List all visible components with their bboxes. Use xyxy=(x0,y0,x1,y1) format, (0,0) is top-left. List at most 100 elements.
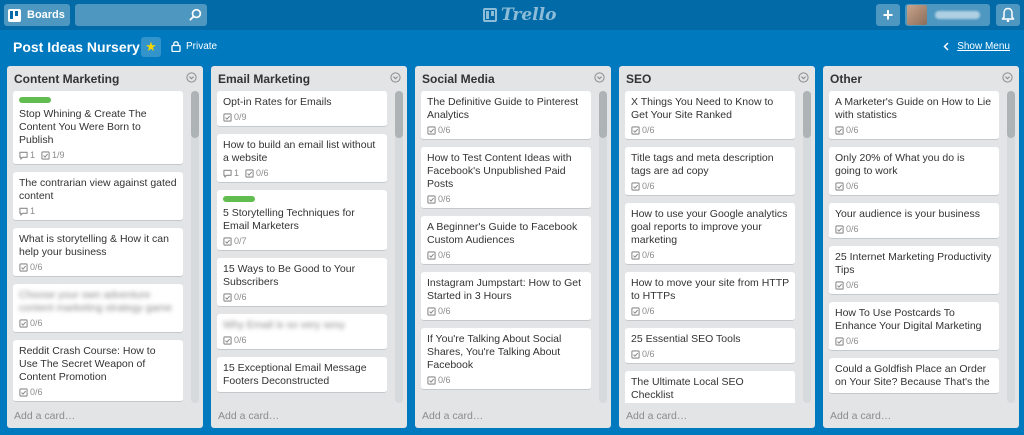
checklist-count: 0/6 xyxy=(846,224,859,234)
green-label xyxy=(19,97,51,103)
list-header[interactable]: SEO xyxy=(619,66,815,90)
search-icon[interactable] xyxy=(189,8,202,21)
list[interactable]: Content Marketing Stop Whining & Create T… xyxy=(7,66,203,428)
list-title[interactable]: Email Marketing xyxy=(218,72,310,86)
card[interactable]: The Definitive Guide to Pinterest Analyt… xyxy=(421,91,591,140)
card[interactable]: A Beginner's Guide to Facebook Custom Au… xyxy=(421,216,591,265)
card[interactable]: Stop Whining & Create The Content You We… xyxy=(13,91,183,165)
card[interactable]: If You're Talking About Social Shares, Y… xyxy=(421,328,591,390)
checklist-icon xyxy=(631,306,640,316)
scroll-thumb[interactable] xyxy=(1007,91,1015,138)
card-title: A Beginner's Guide to Facebook Custom Au… xyxy=(427,221,578,246)
board-title[interactable]: Post Ideas Nursery xyxy=(13,39,140,55)
card-title: 15 Exceptional Email Message Footers Dec… xyxy=(223,362,367,387)
checklist-count: 0/6 xyxy=(438,250,451,260)
list[interactable]: Other A Marketer's Guide on How to Lie wi… xyxy=(823,66,1019,428)
show-menu-button[interactable]: Show Menu xyxy=(943,41,1010,52)
notifications-button[interactable] xyxy=(996,4,1020,26)
scroll-thumb[interactable] xyxy=(395,91,403,138)
card[interactable]: Opt-in Rates for Emails 0/9 xyxy=(217,91,387,127)
member-menu-button[interactable] xyxy=(905,4,990,26)
card-title: The Ultimate Local SEO Checklist xyxy=(631,376,744,401)
card-badges: 0/6 xyxy=(223,335,381,345)
list-title[interactable]: Social Media xyxy=(422,72,495,86)
list-header[interactable]: Social Media xyxy=(415,66,611,90)
card-list: The Definitive Guide to Pinterest Analyt… xyxy=(421,91,591,403)
card[interactable]: 25 Internet Marketing Productivity Tips 0… xyxy=(829,246,999,295)
boards-button[interactable]: Boards xyxy=(4,4,70,26)
card-title: Title tags and meta description tags are… xyxy=(631,152,774,177)
checklist-badge: 0/6 xyxy=(19,262,43,272)
card[interactable]: Your audience is your business 0/6 xyxy=(829,203,999,239)
card[interactable]: 25 Essential SEO Tools 0/6 xyxy=(625,328,795,364)
card-badges: 1 0/6 xyxy=(223,168,381,178)
card[interactable]: How to use your Google analytics goal re… xyxy=(625,203,795,265)
card[interactable]: How to build an email list without a web… xyxy=(217,134,387,183)
list-menu-icon[interactable] xyxy=(798,72,809,83)
checklist-icon xyxy=(19,387,28,397)
star-button[interactable]: ★ xyxy=(141,37,161,57)
card[interactable]: 15 Exceptional Email Message Footers Dec… xyxy=(217,357,387,393)
list-scrollbar[interactable] xyxy=(803,91,811,403)
list-menu-icon[interactable] xyxy=(594,72,605,83)
list-menu-icon[interactable] xyxy=(1002,72,1013,83)
card[interactable]: The Ultimate Local SEO Checklist xyxy=(625,371,795,403)
list-title[interactable]: Content Marketing xyxy=(14,72,119,86)
list[interactable]: Email Marketing Opt-in Rates for Emails 0/… xyxy=(211,66,407,428)
card[interactable]: 15 Ways to Be Good to Your Subscribers 0/… xyxy=(217,258,387,307)
card-badges: 0/6 xyxy=(631,250,789,260)
card[interactable]: 5 Storytelling Techniques for Email Mark… xyxy=(217,190,387,251)
checklist-icon xyxy=(427,306,436,316)
card[interactable]: Only 20% of What you do is going to work… xyxy=(829,147,999,196)
card[interactable]: What is storytelling & How it can help y… xyxy=(13,228,183,277)
list-header[interactable]: Email Marketing xyxy=(211,66,407,90)
list-menu-icon[interactable] xyxy=(186,72,197,83)
card-badges: 0/6 xyxy=(631,349,789,359)
checklist-count: 0/6 xyxy=(30,387,43,397)
checklist-icon xyxy=(835,125,844,135)
scroll-thumb[interactable] xyxy=(191,91,199,138)
card[interactable]: How to move your site from HTTP to HTTPs… xyxy=(625,272,795,321)
scroll-thumb[interactable] xyxy=(599,91,607,138)
add-card-button[interactable]: Add a card… xyxy=(626,410,687,422)
add-card-button[interactable]: Add a card… xyxy=(218,410,279,422)
scroll-thumb[interactable] xyxy=(803,91,811,138)
list[interactable]: SEO X Things You Need to Know to Get Your… xyxy=(619,66,815,428)
list-scrollbar[interactable] xyxy=(395,91,403,403)
search-input[interactable] xyxy=(75,4,207,26)
card[interactable]: X Things You Need to Know to Get Your Si… xyxy=(625,91,795,140)
header-bar: Boards Trello + xyxy=(0,0,1024,30)
list-menu-icon[interactable] xyxy=(390,72,401,83)
comment-badge: 1 xyxy=(19,150,35,160)
card[interactable]: Why Email is so very sexy 0/6 xyxy=(217,314,387,350)
card[interactable]: Could a Goldfish Place an Order on Your … xyxy=(829,358,999,394)
checklist-badge: 0/6 xyxy=(19,318,43,328)
card[interactable]: Title tags and meta description tags are… xyxy=(625,147,795,196)
checklist-icon xyxy=(427,250,436,260)
privacy-button[interactable]: Private xyxy=(171,41,217,52)
card[interactable]: How to Test Content Ideas with Facebook'… xyxy=(421,147,591,209)
card-badges: 0/6 xyxy=(19,262,177,272)
add-card-button[interactable]: Add a card… xyxy=(422,410,483,422)
add-card-button[interactable]: Add a card… xyxy=(830,410,891,422)
card[interactable]: A Marketer's Guide on How to Lie with st… xyxy=(829,91,999,140)
list-scrollbar[interactable] xyxy=(191,91,199,403)
card-badges: 0/6 xyxy=(427,306,585,316)
list[interactable]: Social Media The Definitive Guide to Pint… xyxy=(415,66,611,428)
checklist-count: 0/6 xyxy=(438,194,451,204)
trello-logo[interactable]: Trello xyxy=(483,4,556,26)
list-title[interactable]: Other xyxy=(830,72,862,86)
card[interactable]: How To Use Postcards To Enhance Your Dig… xyxy=(829,302,999,351)
card[interactable]: The contrarian view against gated conten… xyxy=(13,172,183,221)
card-title: The Definitive Guide to Pinterest Analyt… xyxy=(427,96,579,121)
list-scrollbar[interactable] xyxy=(599,91,607,403)
card[interactable]: Choose your own adventure content market… xyxy=(13,284,183,333)
list-title[interactable]: SEO xyxy=(626,72,651,86)
list-header[interactable]: Other xyxy=(823,66,1019,90)
add-button[interactable]: + xyxy=(876,4,900,26)
list-scrollbar[interactable] xyxy=(1007,91,1015,403)
card[interactable]: Instagram Jumpstart: How to Get Started … xyxy=(421,272,591,321)
card[interactable]: Reddit Crash Course: How to Use The Secr… xyxy=(13,340,183,402)
add-card-button[interactable]: Add a card… xyxy=(14,410,75,422)
list-header[interactable]: Content Marketing xyxy=(7,66,203,90)
